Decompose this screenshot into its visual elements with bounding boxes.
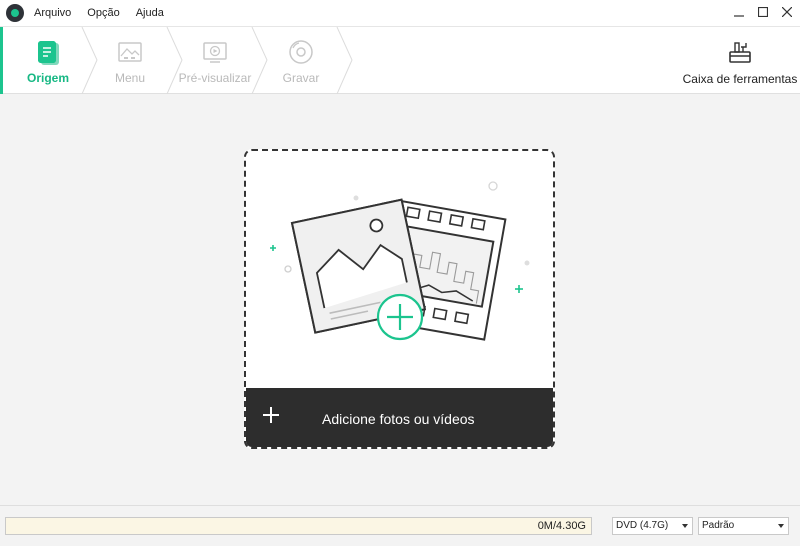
disc-capacity-bar: 0M/4.30G [5, 517, 592, 535]
app-logo-icon [6, 4, 24, 22]
plus-icon [263, 407, 279, 423]
capacity-text: 0M/4.30G [537, 520, 586, 532]
chevron-down-icon [778, 524, 784, 528]
minimize-icon[interactable] [732, 4, 746, 20]
quality-select[interactable]: Padrão [698, 517, 789, 535]
media-illustration [270, 181, 530, 341]
step-pre-visualizar[interactable]: Pré-visualizar [172, 27, 258, 94]
disc-type-value: DVD (4.7G) [616, 520, 669, 531]
step-label-origem: Origem [26, 71, 69, 85]
quality-value: Padrão [702, 520, 735, 531]
step-label-pre-visualizar: Pré-visualizar [178, 71, 252, 85]
toolbox-button[interactable]: Caixa de ferramentas [680, 27, 800, 94]
menu-item-opcao[interactable]: Opção [87, 7, 119, 19]
disc-icon [289, 40, 313, 64]
chevron-down-icon [682, 524, 688, 528]
toolbox-label: Caixa de ferramentas [682, 72, 798, 86]
menu-item-arquivo[interactable]: Arquivo [34, 7, 71, 19]
add-media-bar[interactable]: Adicione fotos ou vídeos [246, 388, 553, 447]
menu-bar: Arquivo Opção Ajuda [0, 0, 800, 26]
maximize-icon[interactable] [756, 4, 770, 20]
window-controls [732, 4, 794, 20]
step-origem[interactable]: Origem [8, 27, 88, 94]
play-screen-icon [203, 42, 227, 63]
step-menu[interactable]: Menu [90, 27, 170, 94]
menu-item-ajuda[interactable]: Ajuda [136, 7, 164, 19]
step-label-gravar: Gravar [282, 71, 320, 85]
status-bar: 0M/4.30G DVD (4.7G) Padrão [0, 505, 800, 546]
step-label-menu: Menu [114, 71, 146, 85]
add-media-label: Adicione fotos ou vídeos [322, 410, 475, 427]
add-media-card[interactable]: Adicione fotos ou vídeos [244, 149, 555, 449]
image-menu-icon [118, 42, 142, 62]
active-step-indicator [0, 27, 3, 94]
step-gravar[interactable]: Gravar [262, 27, 340, 94]
toolbox-icon [729, 42, 751, 63]
document-icon [38, 41, 59, 65]
disc-type-select[interactable]: DVD (4.7G) [612, 517, 693, 535]
close-icon[interactable] [780, 4, 794, 20]
step-toolbar: Origem Menu Pré-visualizar Gravar Caixa … [0, 26, 800, 94]
